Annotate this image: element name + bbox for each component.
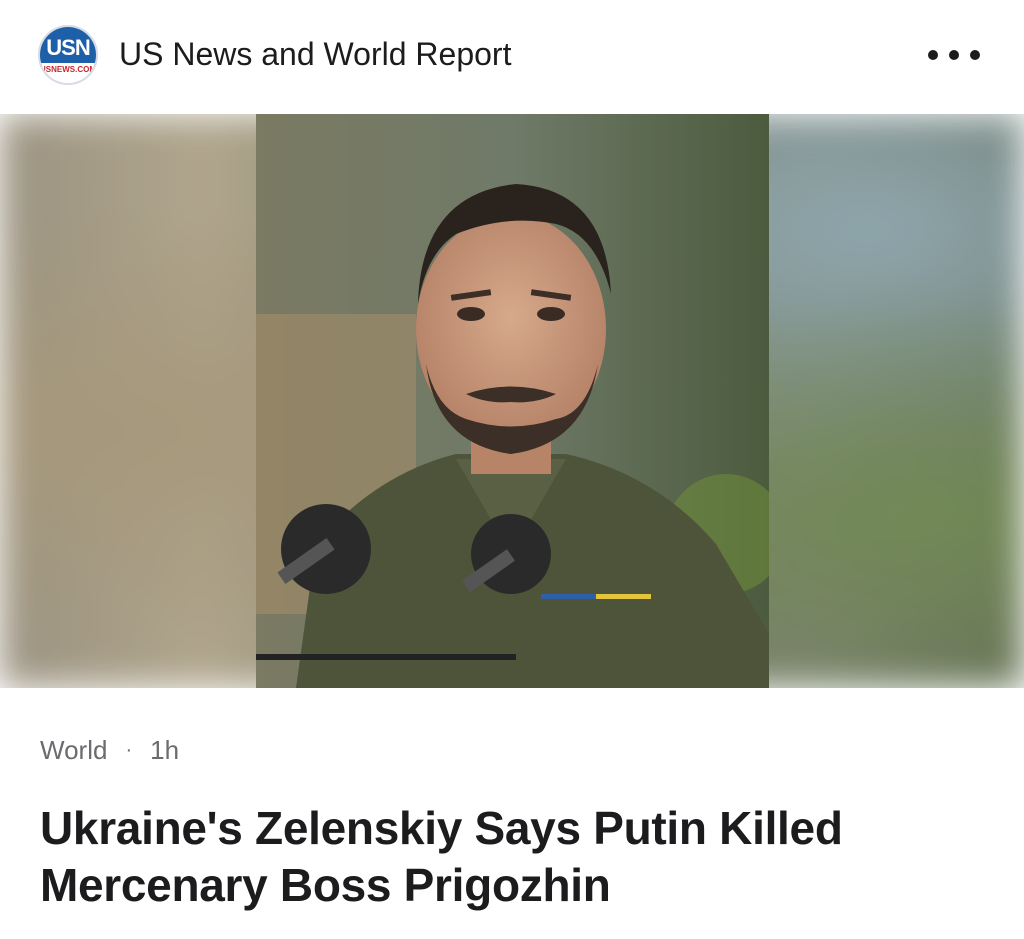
portrait-photo [256,114,769,688]
feed-card-header: USN USNEWS.COM US News and World Report [0,0,1024,114]
logo-monogram: USN [40,27,96,63]
article-meta: World · 1h [40,735,179,766]
logo-domain: USNEWS.COM [40,62,96,83]
meta-separator: · [125,739,133,761]
article-headline[interactable]: Ukraine's Zelenskiy Says Putin Killed Me… [40,800,1000,914]
article-photo [256,114,769,688]
ellipsis-dot [949,50,959,60]
more-options-icon[interactable] [928,40,980,70]
publisher-logo[interactable]: USN USNEWS.COM [38,25,98,85]
category-label[interactable]: World [40,735,107,766]
ellipsis-dot [928,50,938,60]
timestamp: 1h [150,735,180,765]
article-hero-image[interactable] [0,114,1024,688]
ellipsis-dot [970,50,980,60]
publisher-name[interactable]: US News and World Report [119,36,511,73]
